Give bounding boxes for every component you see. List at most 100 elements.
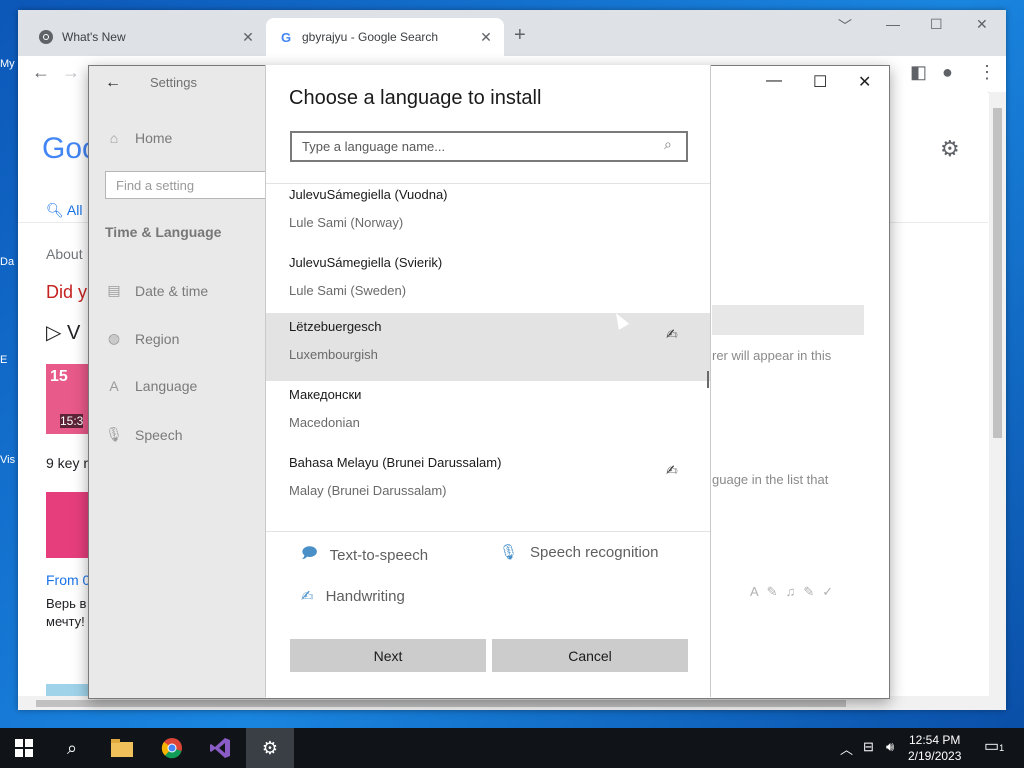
language-name: Bahasa Melayu (Brunei Darussalam) — [289, 455, 502, 470]
chrome-icon — [38, 29, 54, 45]
minimize-icon[interactable]: — — [766, 72, 782, 90]
home-icon: ⌂ — [109, 130, 119, 146]
language-name: JulevuSámegiella (Svierik) — [289, 255, 443, 270]
visual-studio-icon[interactable] — [196, 728, 244, 768]
language-icon: A — [109, 378, 119, 394]
chevron-up-icon[interactable]: ︿ — [840, 739, 853, 758]
back-arrow-icon[interactable]: ← — [32, 62, 50, 83]
find-setting-input[interactable]: Find a setting — [105, 171, 275, 199]
feature-handwriting: ✍︎ Handwriting — [301, 587, 405, 606]
search-icon[interactable]: ⌕ — [48, 728, 96, 768]
close-icon[interactable]: ✕ — [858, 72, 871, 92]
google-icon: G — [280, 29, 292, 45]
dialog-title: Choose a language to install — [289, 87, 542, 109]
maximize-icon[interactable]: ☐ — [813, 72, 827, 92]
microphone-icon: 🎙︎ — [499, 544, 519, 561]
list-item[interactable]: JulevuSámegiella (Vuodna) Lule Sami (Nor… — [266, 184, 710, 249]
cancel-button[interactable]: Cancel — [492, 639, 688, 672]
close-icon[interactable]: ✕ — [976, 16, 988, 33]
video-thumbnail[interactable] — [46, 684, 88, 696]
side-panel-icon[interactable]: ◧ — [910, 62, 927, 83]
chrome-icon[interactable] — [148, 728, 196, 768]
nav-home[interactable]: ⌂ Home — [105, 130, 173, 146]
list-item-selected[interactable]: Lëtzebuergesch Luxembourgish ✍︎ — [266, 313, 710, 381]
nav-language[interactable]: A Language — [105, 378, 197, 394]
section-title: Time & Language — [105, 224, 222, 240]
windows-icon — [15, 739, 33, 757]
search-icon: 🔍︎ — [46, 202, 64, 218]
settings-gear-icon[interactable]: ⚙ — [940, 136, 960, 162]
settings-content-right: — ☐ ✕ rer will appear in this guage in t… — [712, 66, 889, 698]
tab-whats-new[interactable]: What's New ✕ — [26, 18, 266, 56]
language-english-name: Malay (Brunei Darussalam) — [289, 483, 447, 498]
back-arrow-icon[interactable]: ← — [105, 74, 121, 92]
scroll-thumb[interactable] — [993, 108, 1002, 438]
calendar-icon: ▤ — [107, 282, 121, 298]
close-icon[interactable]: ✕ — [478, 29, 494, 46]
video-thumbnail[interactable] — [46, 492, 88, 558]
feature-speech-recognition: 🎙︎ Speech recognition — [499, 543, 659, 562]
text-to-speech-icon: 🗩 — [301, 545, 318, 562]
tab-title: gbyrajyu - Google Search — [302, 30, 439, 44]
feature-icons: A✎♫✎✓ — [750, 584, 842, 599]
handwriting-icon: ✍︎ — [666, 462, 678, 478]
close-icon[interactable]: ✕ — [240, 29, 256, 46]
nav-speech[interactable]: 🎙︎ Speech — [105, 426, 182, 443]
language-search-input[interactable] — [290, 131, 688, 162]
menu-icon[interactable]: ⋮ — [978, 62, 996, 83]
vertical-scrollbar[interactable] — [989, 92, 1006, 696]
list-item[interactable]: Македонски Macedonian — [266, 381, 710, 449]
volume-icon[interactable]: 🔊︎ — [886, 739, 894, 755]
notification-icon[interactable]: ▭1 — [984, 736, 1004, 756]
language-name: JulevuSámegiella (Vuodna) — [289, 187, 448, 202]
new-tab-button[interactable]: + — [514, 24, 526, 47]
about-results: About — [46, 246, 83, 262]
chevron-down-icon[interactable]: ﹀ — [838, 16, 852, 36]
desktop-item-label[interactable]: E — [0, 354, 7, 366]
video-thumbnail[interactable]: 15 15:3 — [46, 364, 88, 434]
handwriting-icon: ✍︎ — [666, 326, 678, 342]
nav-date-time[interactable]: ▤ Date & time — [105, 282, 208, 299]
nav-region[interactable]: ◍ Region — [105, 330, 179, 347]
list-item[interactable]: JulevuSámegiella (Svierik) Lule Sami (Sw… — [266, 249, 710, 317]
start-button[interactable] — [0, 728, 48, 768]
list-item[interactable]: Bahasa Melayu (Brunei Darussalam) Malay … — [266, 449, 710, 517]
videos-heading: ▷ V — [46, 322, 81, 344]
settings-gear-icon[interactable]: ⚙ — [246, 728, 294, 768]
minimize-icon[interactable]: — — [886, 16, 900, 32]
desktop-item-label[interactable]: Vis — [0, 454, 15, 466]
network-icon[interactable]: ⊟ — [863, 739, 874, 755]
feature-tts: 🗩 Text-to-speech — [301, 543, 428, 568]
tab-all[interactable]: 🔍︎ All — [46, 202, 82, 219]
play-icon: ▷ — [46, 322, 62, 344]
result-snippet: мечту! — [46, 614, 85, 629]
maximize-icon[interactable]: ☐ — [930, 16, 943, 33]
result-link[interactable]: From 0 — [46, 572, 90, 588]
handwriting-icon: ✍︎ — [301, 588, 314, 605]
desktop-item-label[interactable]: Da — [0, 256, 14, 268]
desktop-item-label[interactable]: My — [0, 58, 15, 70]
tab-title: What's New — [62, 30, 126, 44]
profile-icon[interactable]: ● — [942, 62, 953, 83]
next-button[interactable]: Next — [290, 639, 486, 672]
settings-sidebar: ← Settings ⌂ Home Find a setting Time & … — [89, 66, 275, 698]
language-english-name: Luxembourgish — [289, 347, 378, 362]
settings-title: Settings — [150, 75, 197, 90]
taskbar: ⌕ ⚙ ︿ ⊟ 🔊︎ 12:54 PM 2/19/2023 ▭1 — [0, 728, 1024, 768]
settings-field[interactable] — [712, 305, 864, 335]
system-clock[interactable]: 12:54 PM 2/19/2023 — [908, 732, 961, 764]
list-scrollbar[interactable] — [707, 371, 709, 388]
language-name: Македонски — [289, 387, 362, 402]
result-snippet: Верь в — [46, 596, 87, 611]
file-explorer-icon[interactable] — [98, 728, 146, 768]
language-list[interactable]: JulevuSámegiella (Vuodna) Lule Sami (Nor… — [266, 183, 710, 532]
search-icon: ⌕ — [664, 136, 672, 152]
scroll-thumb[interactable] — [36, 700, 846, 707]
did-you-mean: Did y — [46, 282, 88, 302]
forward-arrow-icon[interactable]: → — [62, 62, 80, 83]
choose-language-dialog: Choose a language to install ⌕ JulevuSám… — [265, 65, 711, 697]
tab-strip: What's New ✕ G gbyrajyu - Google Search … — [18, 10, 1006, 56]
tab-google-search[interactable]: G gbyrajyu - Google Search ✕ — [266, 18, 504, 56]
language-english-name: Lule Sami (Sweden) — [289, 283, 407, 298]
settings-text: rer will appear in this — [712, 348, 832, 363]
